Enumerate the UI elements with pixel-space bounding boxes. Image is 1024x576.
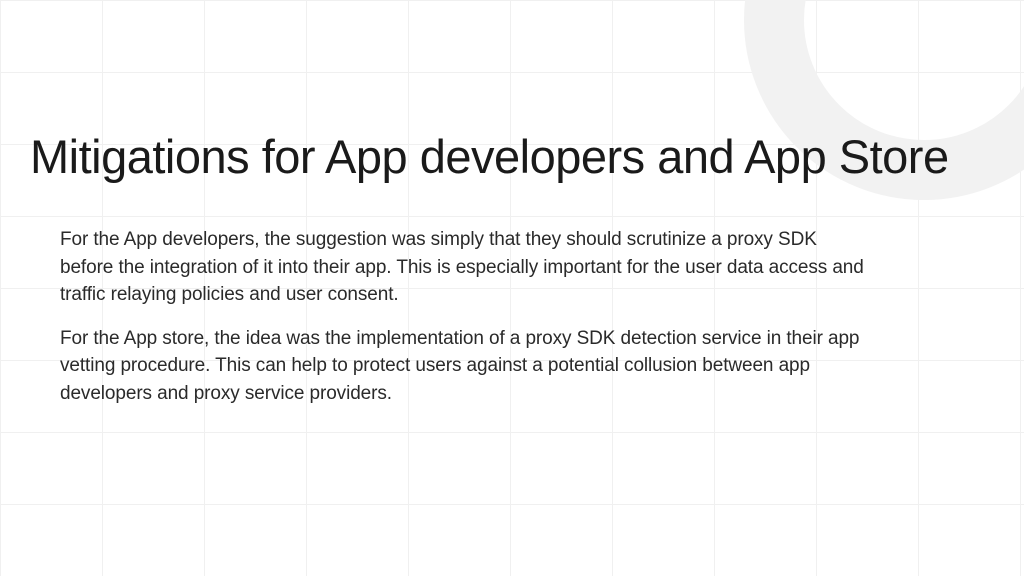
slide-content: Mitigations for App developers and App S…	[0, 0, 1024, 407]
slide-title: Mitigations for App developers and App S…	[30, 130, 960, 184]
paragraph-1: For the App developers, the suggestion w…	[60, 226, 870, 309]
paragraph-2: For the App store, the idea was the impl…	[60, 325, 870, 408]
body-text-container: For the App developers, the suggestion w…	[30, 226, 870, 407]
